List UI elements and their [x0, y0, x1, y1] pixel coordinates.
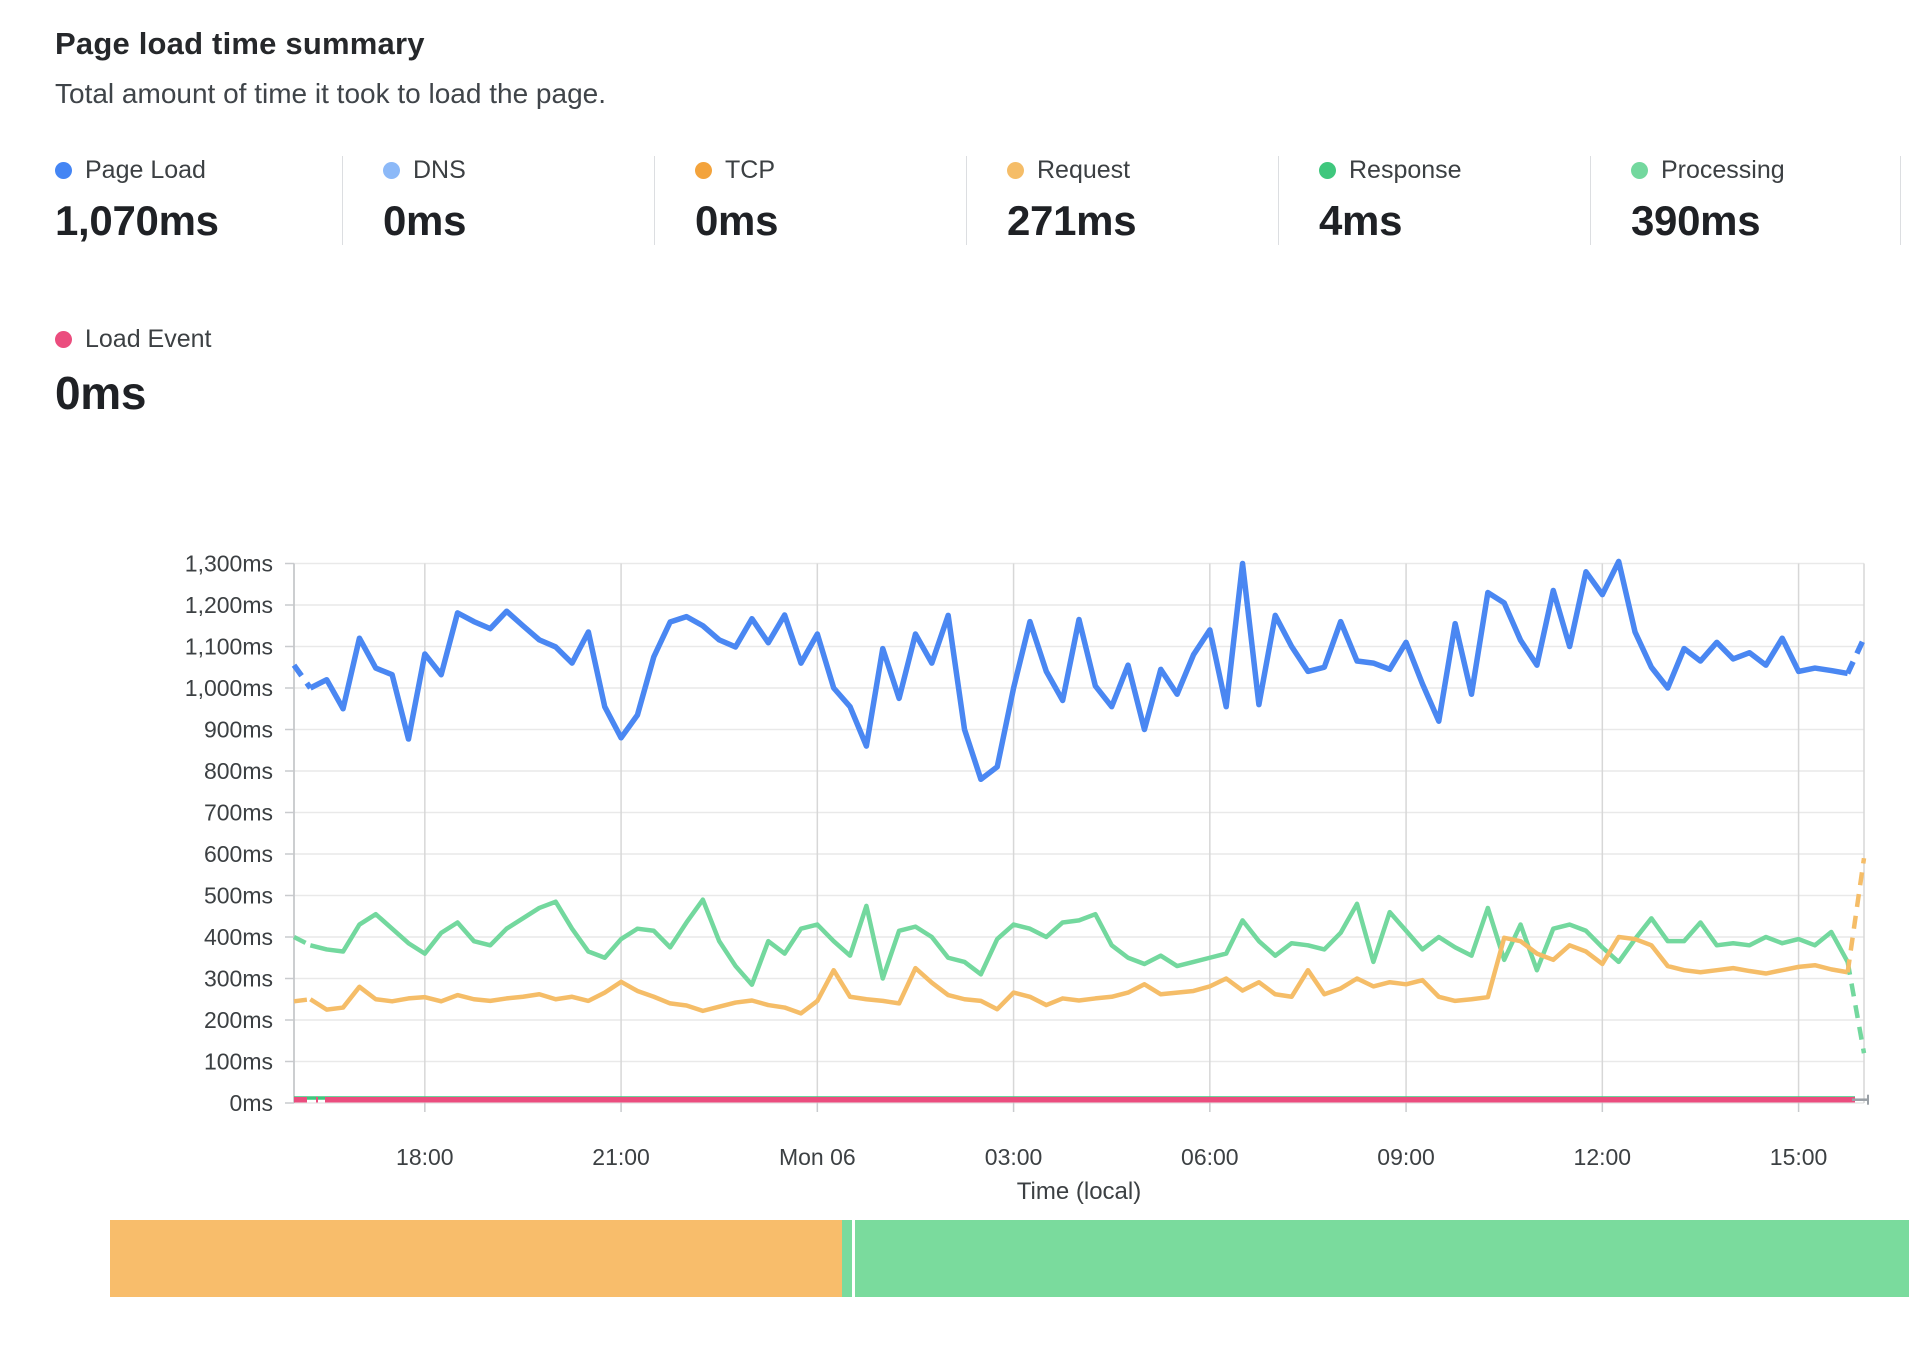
metric-label: TCP — [725, 156, 775, 185]
legend-dot-icon — [383, 162, 400, 179]
y-tick-label: 900ms — [204, 717, 273, 743]
metric-card-request: Request 271ms — [966, 156, 1278, 245]
legend-dot-icon — [1007, 162, 1024, 179]
y-tick-label: 800ms — [204, 758, 273, 784]
timeline-segment-2[interactable] — [855, 1220, 1909, 1297]
metric-value: 0ms — [55, 366, 342, 420]
axis-labels: 0ms 100ms 200ms 300ms 400ms 500ms 600ms 700ms 80… — [185, 551, 1828, 1206]
metric-value: 0ms — [695, 197, 966, 245]
legend-dot-icon — [1631, 162, 1648, 179]
y-tick-label: 1,100ms — [185, 634, 273, 660]
session-timeline-bar[interactable] — [110, 1220, 1910, 1297]
x-tick-label: 18:00 — [396, 1144, 454, 1170]
series-processing — [294, 900, 1864, 1054]
y-tick-label: 300ms — [204, 966, 273, 992]
x-tick-label: 21:00 — [592, 1144, 650, 1170]
x-tick-label: 09:00 — [1377, 1144, 1435, 1170]
x-tick-label: 12:00 — [1574, 1144, 1632, 1170]
metric-value: 390ms — [1631, 197, 1900, 245]
page: Page load time summary Total amount of t… — [0, 0, 1910, 1297]
x-tick-label: 15:00 — [1770, 1144, 1828, 1170]
metric-card-response: Response 4ms — [1278, 156, 1590, 245]
metric-legend[interactable]: TCP — [695, 156, 966, 185]
metric-label: Processing — [1661, 156, 1785, 185]
metric-value: 271ms — [1007, 197, 1278, 245]
metric-legend[interactable]: DNS — [383, 156, 654, 185]
metric-legend[interactable]: Request — [1007, 156, 1278, 185]
metric-value: 4ms — [1319, 197, 1590, 245]
series-request — [294, 858, 1864, 1013]
x-axis-title: Time (local) — [1017, 1178, 1141, 1205]
metric-label: DNS — [413, 156, 466, 185]
metric-card-page-load: Page Load 1,070ms — [55, 156, 342, 245]
metric-legend[interactable]: Load Event — [55, 325, 342, 354]
metric-card-load-event: Load Event 0ms — [55, 325, 342, 420]
y-tick-label: 700ms — [204, 800, 273, 826]
x-tick-label: 03:00 — [985, 1144, 1043, 1170]
y-tick-label: 400ms — [204, 924, 273, 950]
legend-dot-icon — [55, 331, 72, 348]
metric-legend[interactable]: Page Load — [55, 156, 342, 185]
metric-cards-row-2: Load Event 0ms — [55, 325, 1910, 420]
metric-card-tcp: TCP 0ms — [654, 156, 966, 245]
y-tick-label: 500ms — [204, 883, 273, 909]
legend-dot-icon — [55, 162, 72, 179]
metric-card-processing: Processing 390ms — [1590, 156, 1901, 245]
metric-cards-row-1: Page Load 1,070ms DNS 0ms TCP 0ms Reques… — [55, 156, 1910, 245]
metric-label: Request — [1037, 156, 1130, 185]
metric-value: 0ms — [383, 197, 654, 245]
metric-legend[interactable]: Processing — [1631, 156, 1900, 185]
y-tick-label: 100ms — [204, 1049, 273, 1075]
metric-label: Response — [1349, 156, 1462, 185]
y-tick-label: 200ms — [204, 1007, 273, 1033]
y-tick-label: 600ms — [204, 841, 273, 867]
timeline-segment-0[interactable] — [110, 1220, 842, 1297]
metric-label: Page Load — [85, 156, 206, 185]
metric-label: Load Event — [85, 325, 212, 354]
legend-dot-icon — [1319, 162, 1336, 179]
page-subtitle: Total amount of time it took to load the… — [55, 78, 1910, 110]
y-tick-label: 1,300ms — [185, 551, 273, 577]
y-tick-label: 1,000ms — [185, 675, 273, 701]
metric-legend[interactable]: Response — [1319, 156, 1590, 185]
y-tick-label: 1,200ms — [185, 592, 273, 618]
timeline-segment-1[interactable] — [842, 1220, 852, 1297]
chart-canvas[interactable]: 0ms 100ms 200ms 300ms 400ms 500ms 600ms 700ms 80… — [55, 528, 1910, 1208]
metric-value: 1,070ms — [55, 197, 342, 245]
series-page-load — [294, 561, 1864, 779]
legend-dot-icon — [695, 162, 712, 179]
y-tick-label: 0ms — [230, 1090, 273, 1116]
page-load-time-chart: 0ms 100ms 200ms 300ms 400ms 500ms 600ms 700ms 80… — [55, 528, 1910, 1208]
x-tick-label: 06:00 — [1181, 1144, 1239, 1170]
page-title: Page load time summary — [55, 26, 1910, 62]
x-tick-label: Mon 06 — [779, 1144, 856, 1170]
metric-card-dns: DNS 0ms — [342, 156, 654, 245]
